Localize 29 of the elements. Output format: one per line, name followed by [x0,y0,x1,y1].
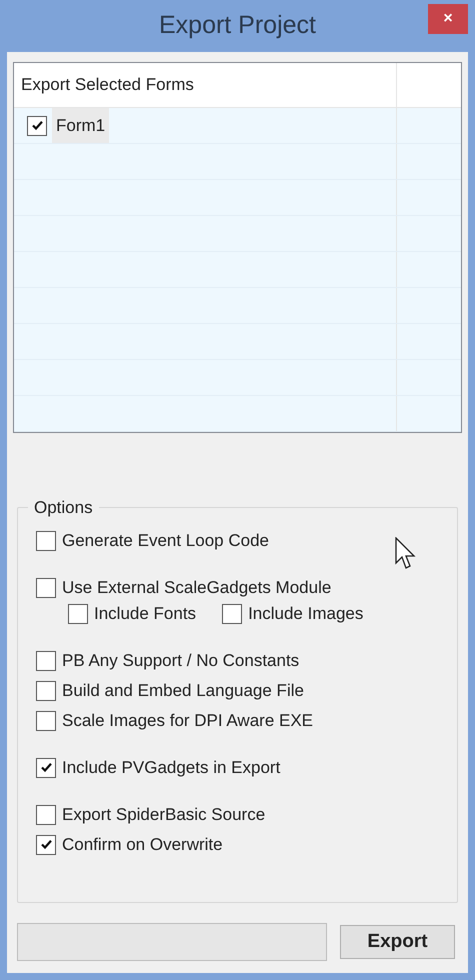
checkbox[interactable] [36,650,56,670]
checkbox[interactable] [36,710,56,730]
check-icon [30,118,44,133]
checkbox[interactable] [36,530,56,550]
checkbox-label[interactable]: Include Images [248,600,364,626]
export-button[interactable]: Export [340,925,455,959]
check-icon [38,837,54,852]
checkbox[interactable] [36,578,56,598]
window-title: Export Project [158,10,316,42]
checkbox-label[interactable]: Include PVGadgets in Export [62,754,280,780]
checkbox[interactable] [36,758,56,778]
checkbox-label[interactable]: Include Fonts [94,600,196,626]
checkbox-label[interactable]: Use External ScaleGadgets Module [62,574,332,600]
checkbox[interactable] [68,604,88,624]
checkbox-label[interactable]: PB Any Support / No Constants [62,648,300,674]
checkbox-label[interactable]: Confirm on Overwrite [62,832,223,858]
checkbox-label[interactable]: Export SpiderBasic Source [62,802,266,828]
checkbox-label[interactable]: Generate Event Loop Code [62,528,269,554]
checkbox[interactable] [36,680,56,700]
checkbox[interactable] [36,834,56,854]
close-button[interactable]: × [428,4,468,34]
form-name[interactable]: Form1 [52,108,110,143]
checkbox[interactable] [222,604,242,624]
cursor-icon [395,537,417,571]
checkbox-label[interactable]: Build and Embed Language File [62,678,304,704]
checkbox-label[interactable]: Scale Images for DPI Aware EXE [62,708,314,734]
check-icon [38,760,54,775]
checkbox[interactable] [36,804,56,824]
checkbox[interactable] [27,116,47,136]
